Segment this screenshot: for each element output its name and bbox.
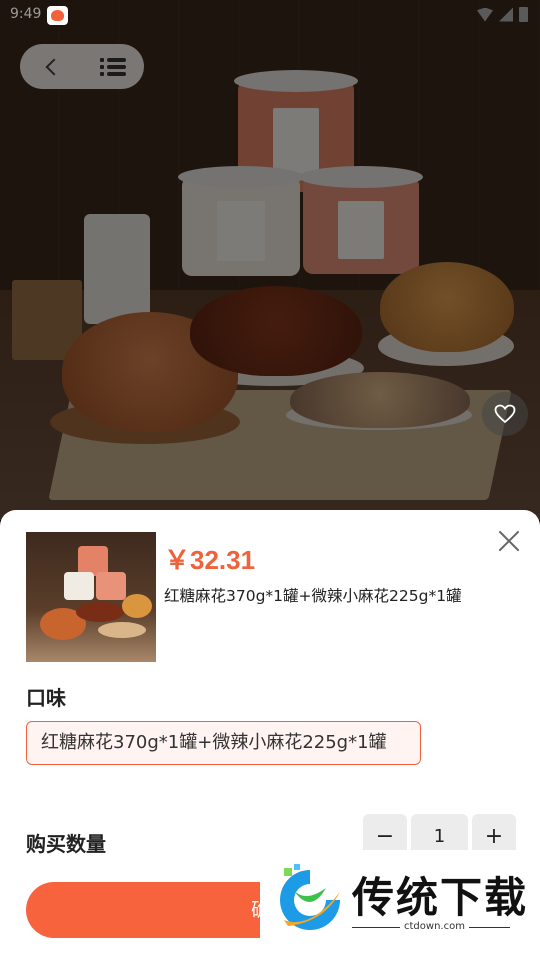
heart-outline-icon (494, 404, 516, 424)
quantity-label: 购买数量 (26, 832, 106, 856)
menu-button[interactable] (82, 44, 144, 89)
selected-sku-title: 红糖麻花370g*1罐+微辣小麻花225g*1罐 (164, 587, 462, 605)
system-icons (477, 7, 528, 22)
battery-icon (519, 7, 528, 22)
close-button[interactable] (494, 526, 524, 556)
favorite-button[interactable] (482, 392, 528, 436)
watermark-domain: ctdown.com (400, 921, 469, 932)
status-bar: 9:49 (0, 0, 540, 30)
wifi-icon (477, 7, 493, 22)
flavor-label: 口味 (26, 686, 66, 710)
watermark-logo-icon (280, 864, 340, 930)
signal-icon (499, 7, 513, 22)
status-time: 9:49 (10, 6, 42, 22)
watermark: 传统下载 ctdown.com (260, 850, 529, 945)
back-chevron-icon (45, 58, 63, 75)
back-button[interactable] (20, 44, 82, 89)
flavor-option-selected[interactable]: 红糖麻花370g*1罐+微辣小麻花225g*1罐 (26, 721, 421, 765)
product-thumbnail (26, 532, 156, 662)
watermark-brand: 传统下载 (352, 873, 529, 922)
nav-pill (20, 44, 144, 89)
app-heart-icon (47, 6, 68, 25)
close-icon (499, 531, 519, 551)
price: ￥32.31 (164, 545, 256, 575)
list-menu-icon (100, 57, 126, 76)
